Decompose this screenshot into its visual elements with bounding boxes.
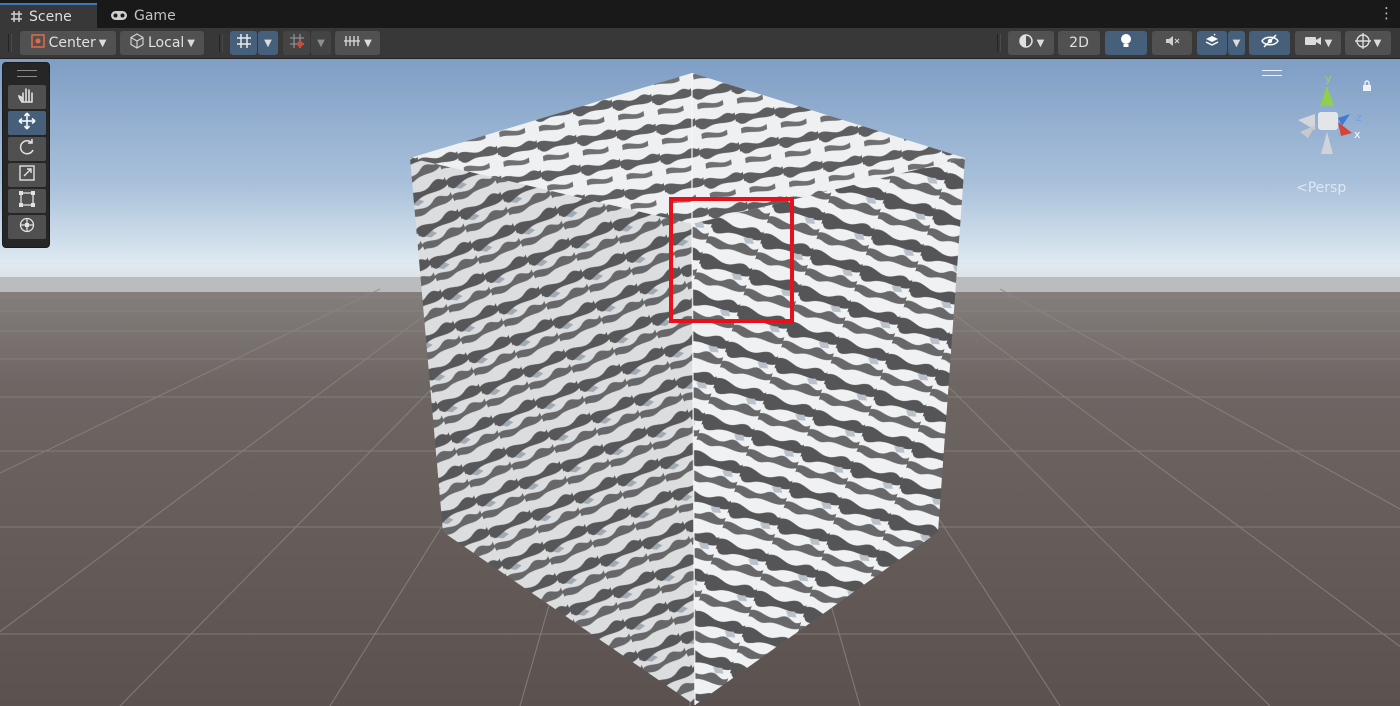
rotate-icon (18, 138, 36, 160)
draw-mode-dropdown[interactable]: ▼ (1008, 31, 1054, 55)
chevron-down-icon: ▼ (317, 37, 325, 49)
local-cube-icon (129, 33, 145, 53)
highlight-box (669, 197, 794, 323)
grid-snap-icon (236, 33, 252, 53)
chevron-down-icon: ▼ (1036, 37, 1045, 49)
projection-toggle[interactable]: <Persp (1296, 180, 1346, 196)
gamepad-icon (110, 10, 128, 21)
effects-options-dropdown[interactable]: ▼ (1228, 31, 1245, 55)
gizmo-grip[interactable] (1262, 70, 1282, 76)
projection-label: Persp (1307, 180, 1347, 196)
hand-icon (18, 86, 36, 108)
window-tab-bar: Scene Game ⋮ (0, 0, 1400, 28)
transform-tool-button[interactable] (8, 215, 46, 239)
more-options-icon[interactable]: ⋮ (1379, 4, 1394, 22)
hidden-eye-icon (1260, 34, 1279, 52)
snap-options-dropdown[interactable]: ▼ (311, 31, 331, 55)
rect-tool-button[interactable] (8, 189, 46, 213)
gizmo-body (1298, 86, 1352, 154)
chevron-down-icon: ▼ (98, 37, 107, 49)
toolbar-separator (997, 34, 1001, 52)
grid-visibility-toggle[interactable] (230, 31, 257, 55)
scale-tool-button[interactable] (8, 163, 46, 187)
gizmo-y-label: y (1325, 72, 1332, 85)
hand-tool-button[interactable] (8, 85, 46, 109)
move-arrows-icon (18, 112, 36, 134)
toolbar-separator (219, 34, 223, 52)
rect-transform-icon (18, 190, 36, 212)
mute-speaker-icon (1164, 34, 1180, 52)
pivot-rotation-dropdown[interactable]: Local ▼ (120, 31, 204, 55)
pivot-mode-dropdown[interactable]: Center ▼ (20, 31, 116, 55)
gizmos-dropdown[interactable]: ▼ (1345, 31, 1391, 55)
chevron-down-icon: ▼ (1232, 37, 1241, 49)
scene-toolbar: Center ▼ Local ▼ ▼ ▼ ▼ ▼ 2D ▼ ▼ ▼ (0, 28, 1400, 59)
pivot-center-icon (30, 33, 46, 53)
scene-lighting-toggle[interactable] (1105, 31, 1147, 55)
move-tool-button[interactable] (8, 111, 46, 135)
tab-game[interactable]: Game (100, 3, 180, 28)
chevron-down-icon: ▼ (364, 37, 372, 49)
ruler-icon (343, 34, 361, 52)
scale-icon (18, 164, 36, 186)
lightbulb-icon (1119, 33, 1133, 53)
scene-render (0, 59, 1400, 706)
grid-snapping-toggle[interactable] (283, 31, 310, 55)
grid-options-dropdown[interactable]: ▼ (258, 31, 278, 55)
toggle-2d-button[interactable]: 2D (1058, 31, 1100, 55)
scene-camera-dropdown[interactable]: ▼ (1295, 31, 1341, 55)
transform-all-icon (18, 216, 36, 238)
grid-icon (10, 10, 23, 23)
tab-game-label: Game (134, 7, 176, 24)
gizmo-x-label: x (1354, 128, 1361, 141)
toolbar-grip (8, 34, 12, 52)
scene-visibility-toggle[interactable] (1249, 31, 1290, 55)
layers-icon (1204, 33, 1220, 53)
snap-increment-icon (289, 33, 305, 53)
chevron-down-icon: ▼ (1373, 37, 1382, 49)
overlay-grip[interactable] (17, 70, 37, 77)
chevron-left-icon: < (1296, 180, 1308, 196)
gizmo-z-label: z (1356, 111, 1362, 124)
pivot-rotation-label: Local (148, 35, 185, 51)
pivot-mode-label: Center (48, 35, 96, 51)
tab-scene-label: Scene (29, 8, 72, 25)
lock-icon[interactable] (1362, 80, 1372, 96)
tab-scene[interactable]: Scene (0, 3, 97, 28)
toggle-2d-label: 2D (1069, 35, 1089, 51)
audio-toggle[interactable] (1152, 31, 1192, 55)
tools-overlay (2, 62, 50, 248)
scene-viewport[interactable] (0, 59, 1400, 706)
chevron-down-icon: ▼ (187, 37, 195, 49)
gizmo-x-axis[interactable] (1338, 122, 1352, 136)
shaded-sphere-icon (1018, 33, 1034, 53)
chevron-down-icon: ▼ (1324, 37, 1333, 49)
gizmo-y-axis[interactable] (1320, 86, 1334, 106)
camera-icon (1304, 35, 1322, 51)
effects-toggle[interactable] (1197, 31, 1227, 55)
rotate-tool-button[interactable] (8, 137, 46, 161)
chevron-down-icon: ▼ (264, 37, 272, 49)
gizmo-crosshair-icon (1354, 33, 1371, 53)
increment-snap-dropdown[interactable]: ▼ (335, 31, 380, 55)
